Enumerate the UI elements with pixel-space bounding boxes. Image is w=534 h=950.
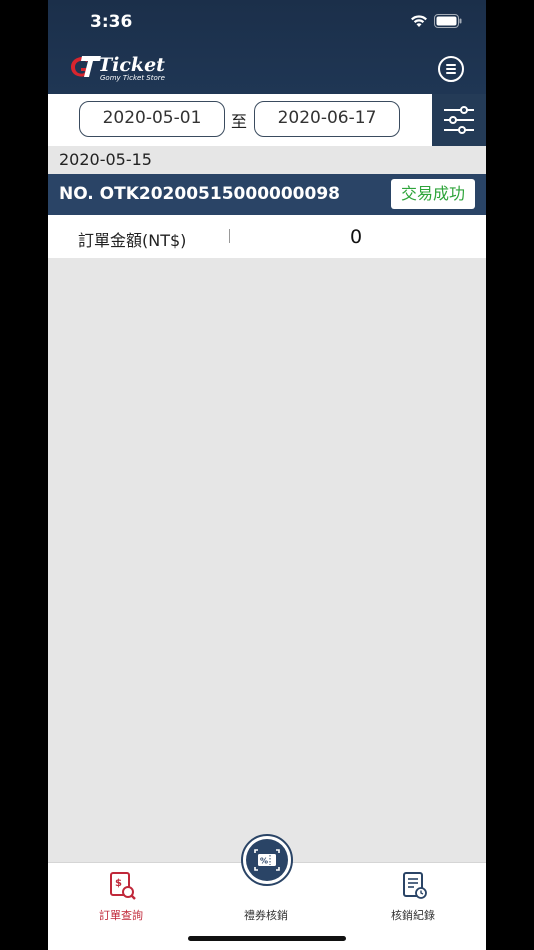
menu-button[interactable] bbox=[438, 56, 464, 82]
divider bbox=[229, 229, 230, 243]
tab-order-query[interactable]: $ 訂單查詢 bbox=[71, 869, 171, 922]
gt-logo-icon bbox=[71, 56, 101, 77]
order-amount-value: 0 bbox=[350, 226, 363, 248]
tab-label: 核銷紀錄 bbox=[391, 909, 435, 922]
start-date-field[interactable]: 2020-05-01 bbox=[79, 101, 225, 137]
svg-text:%: % bbox=[260, 857, 268, 866]
date-filter-bar: 2020-05-01 至 2020-06-17 bbox=[48, 94, 486, 146]
logo-tagline: Gomy Ticket Store bbox=[100, 74, 165, 82]
home-indicator[interactable] bbox=[188, 936, 346, 941]
tab-label: 訂單查詢 bbox=[99, 909, 143, 922]
order-card-body[interactable]: 訂單金額(NT$) 0 bbox=[48, 215, 486, 258]
order-number: NO. OTK20200515000000098 bbox=[59, 184, 340, 204]
menu-icon-line bbox=[446, 64, 456, 66]
battery-icon bbox=[434, 14, 462, 28]
fab-inner: % bbox=[246, 839, 288, 881]
end-date-field[interactable]: 2020-06-17 bbox=[254, 101, 400, 137]
order-amount-label: 訂單金額(NT$) bbox=[78, 231, 187, 250]
tab-redeem-history[interactable]: 核銷紀錄 bbox=[363, 869, 463, 922]
logo-wordmark: Ticket bbox=[98, 54, 165, 76]
menu-icon-line bbox=[446, 68, 456, 70]
order-group-date: 2020-05-15 bbox=[59, 150, 152, 169]
status-badge: 交易成功 bbox=[391, 179, 475, 209]
voucher-scan-icon: % bbox=[254, 849, 280, 871]
app-screen: 3:36 Ticket Gomy Ticket Store 2020-05-01… bbox=[48, 0, 486, 950]
wifi-icon bbox=[411, 15, 427, 27]
redeem-scan-button[interactable]: % bbox=[241, 834, 293, 886]
svg-text:$: $ bbox=[115, 878, 122, 889]
tab-label: 禮券核銷 bbox=[244, 909, 288, 922]
app-logo: Ticket Gomy Ticket Store bbox=[68, 52, 188, 86]
top-bar: 3:36 Ticket Gomy Ticket Store bbox=[48, 0, 486, 94]
status-bar: 3:36 bbox=[48, 0, 486, 48]
status-time: 3:36 bbox=[90, 12, 133, 32]
sliders-icon bbox=[444, 106, 474, 134]
date-range-separator: 至 bbox=[231, 112, 248, 131]
order-card-header[interactable]: NO. OTK20200515000000098 交易成功 bbox=[48, 174, 486, 215]
menu-icon-line bbox=[446, 72, 456, 74]
history-document-icon bbox=[403, 872, 427, 899]
filter-button[interactable] bbox=[432, 94, 486, 146]
order-search-icon: $ bbox=[110, 872, 136, 900]
